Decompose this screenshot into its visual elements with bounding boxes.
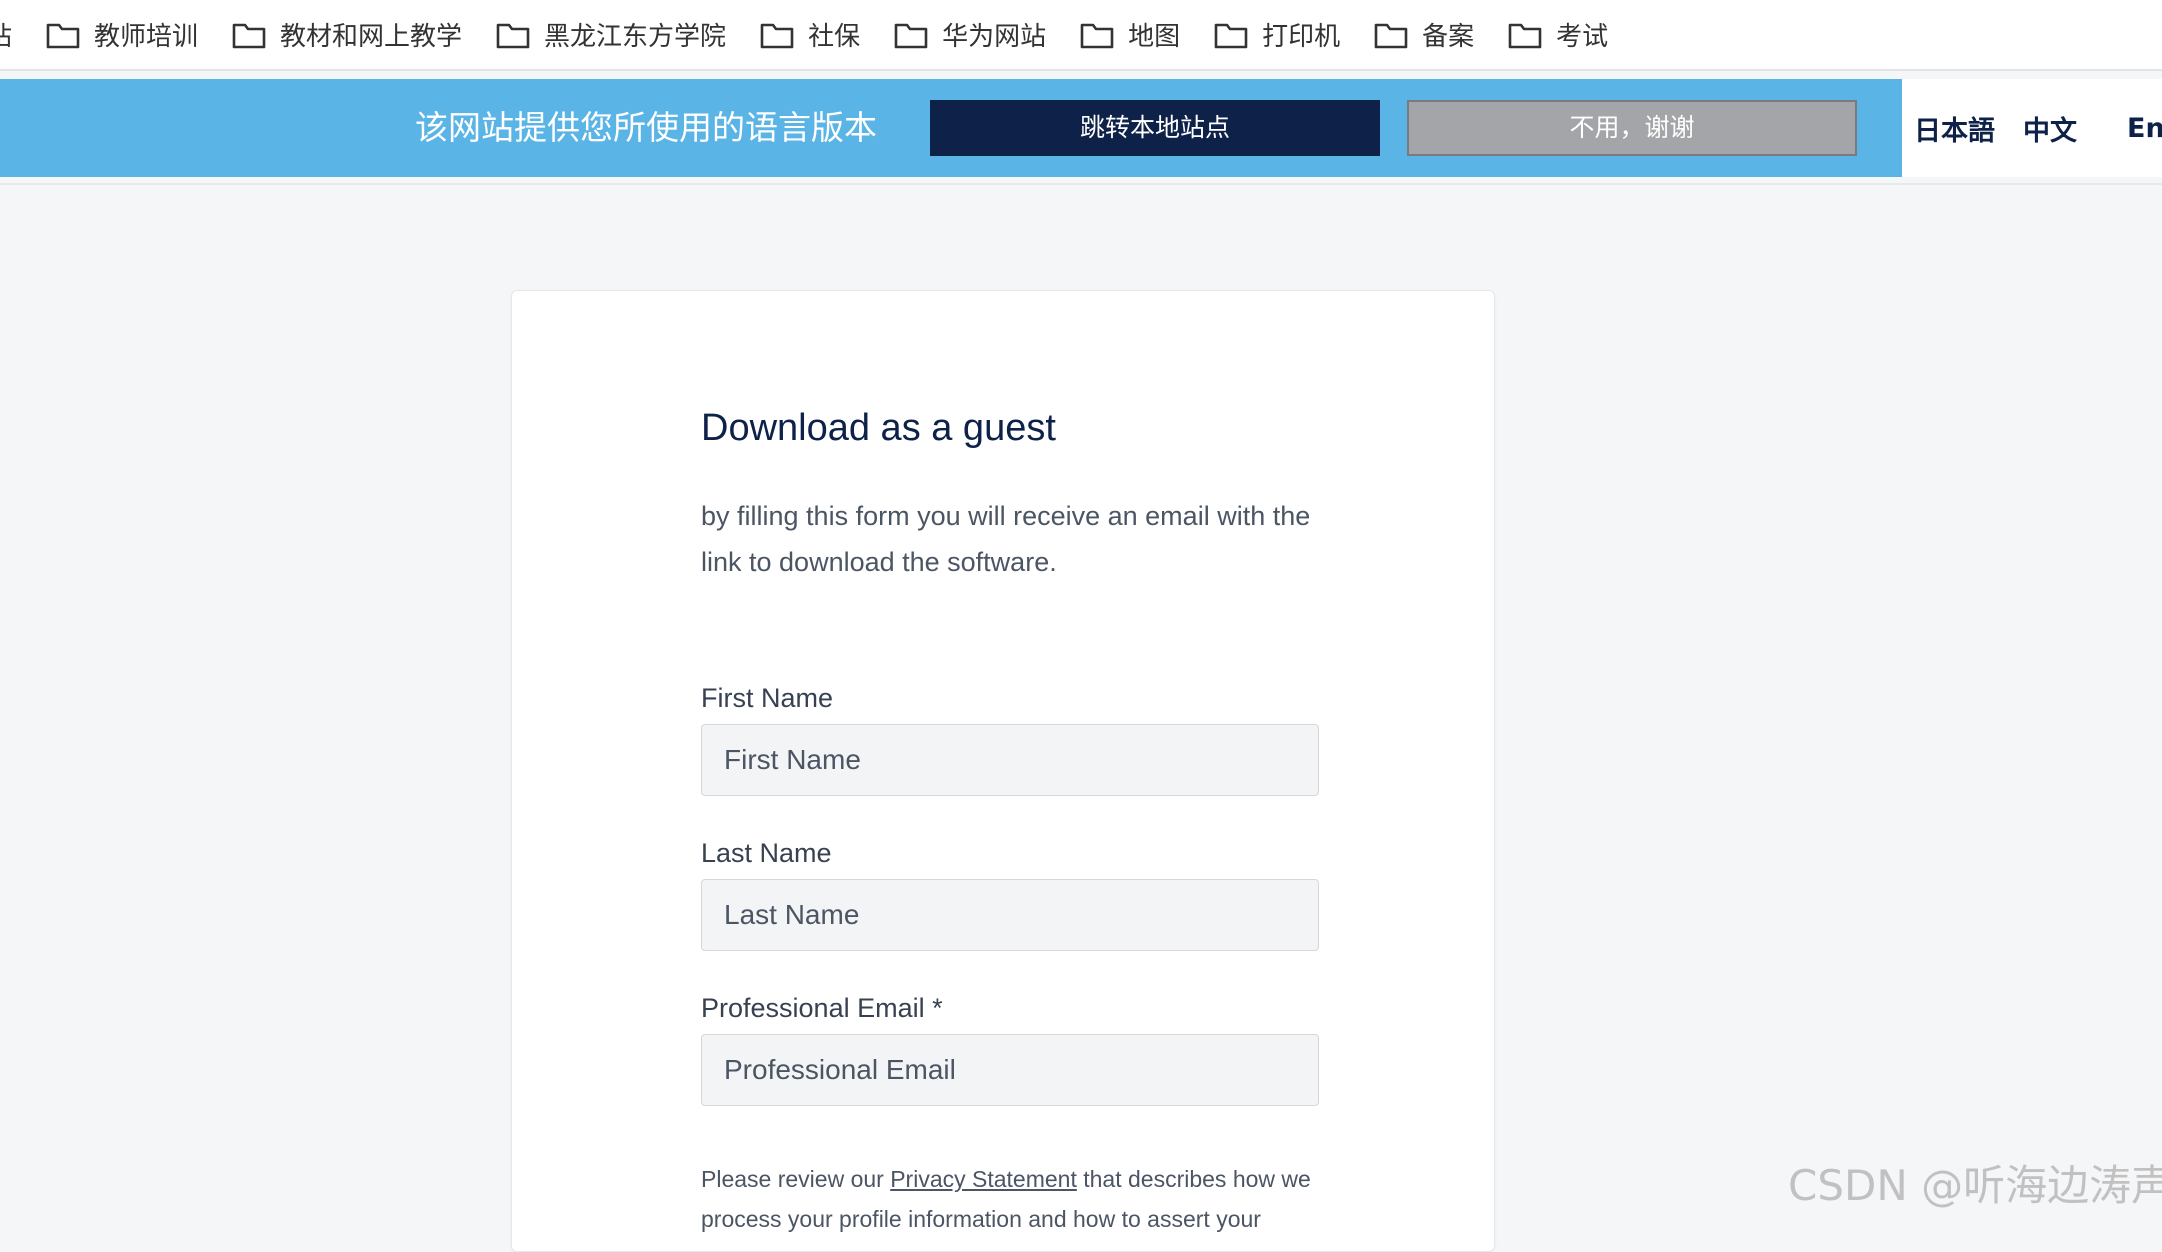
folder-icon — [1508, 23, 1542, 48]
language-banner: 该网站提供您所使用的语言版本 跳转本地站点 不用，谢谢 — [0, 79, 1902, 177]
email-label: Professional Email * — [701, 993, 943, 1023]
bookmark-folder-printer[interactable]: 打印机 — [1214, 16, 1340, 53]
last-name-input[interactable] — [701, 879, 1319, 951]
bookmark-label: 打印机 — [1262, 22, 1341, 52]
language-banner-message: 该网站提供您所使用的语言版本 — [415, 108, 877, 147]
first-name-input[interactable] — [701, 724, 1319, 796]
folder-icon — [1214, 23, 1248, 48]
bookmark-label: 教师培训 — [94, 22, 199, 52]
language-switcher: 日本語 中文 Eng — [1902, 79, 2162, 177]
privacy-statement-link[interactable]: Privacy Statement — [890, 1166, 1077, 1192]
language-option-japanese[interactable]: 日本語 — [1914, 109, 1995, 148]
bookmarks-bar: 站 教师培训 教材和网上教学 黑龙江东方学院 社保 华为网站 地图 打印机 备案… — [0, 0, 2162, 71]
bookmark-label: 地图 — [1128, 22, 1181, 52]
folder-icon — [1080, 23, 1114, 48]
bookmark-label: 黑龙江东方学院 — [544, 22, 727, 52]
bookmark-folder-exam[interactable]: 考试 — [1508, 16, 1608, 53]
email-input[interactable] — [701, 1034, 1319, 1106]
redirect-local-site-button[interactable]: 跳转本地站点 — [930, 100, 1380, 156]
privacy-notice: Please review our Privacy Statement that… — [701, 1159, 1341, 1239]
bookmark-folder-textbooks[interactable]: 教材和网上教学 — [232, 16, 462, 53]
guest-download-card: Download as a guest by filling this form… — [511, 290, 1495, 1252]
last-name-label: Last Name — [701, 838, 832, 868]
bookmark-label: 备案 — [1422, 22, 1475, 52]
folder-icon — [496, 23, 530, 48]
bookmark-folder-teacher-training[interactable]: 教师培训 — [46, 16, 198, 53]
bookmark-label: 社保 — [808, 22, 861, 52]
folder-icon — [894, 23, 928, 48]
bookmark-folder-social-security[interactable]: 社保 — [760, 16, 860, 53]
bookmark-label: 华为网站 — [942, 22, 1047, 52]
bookmark-folder-huawei[interactable]: 华为网站 — [894, 16, 1046, 53]
bookmark-label: 教材和网上教学 — [280, 22, 463, 52]
bookmark-folder-filing[interactable]: 备案 — [1374, 16, 1474, 53]
bookmark-label: 考试 — [1556, 22, 1609, 52]
watermark: CSDN @听海边涛声 — [1788, 1161, 2162, 1210]
language-option-chinese[interactable]: 中文 — [2023, 109, 2077, 148]
privacy-text-before: Please review our — [701, 1166, 891, 1192]
banner-divider — [0, 183, 2162, 185]
folder-icon — [46, 23, 80, 48]
language-option-english[interactable]: Eng — [2127, 113, 2162, 144]
form-description: by filling this form you will receive an… — [701, 501, 1311, 577]
no-thanks-button[interactable]: 不用，谢谢 — [1407, 100, 1857, 156]
bookmark-folder-map[interactable]: 地图 — [1080, 16, 1180, 53]
bookmark-truncated-label[interactable]: 站 — [0, 16, 12, 53]
folder-icon — [760, 23, 794, 48]
folder-icon — [232, 23, 266, 48]
bookmark-folder-college[interactable]: 黑龙江东方学院 — [496, 16, 726, 53]
form-title: Download as a guest — [701, 407, 1056, 449]
first-name-label: First Name — [701, 683, 834, 713]
folder-icon — [1374, 23, 1408, 48]
